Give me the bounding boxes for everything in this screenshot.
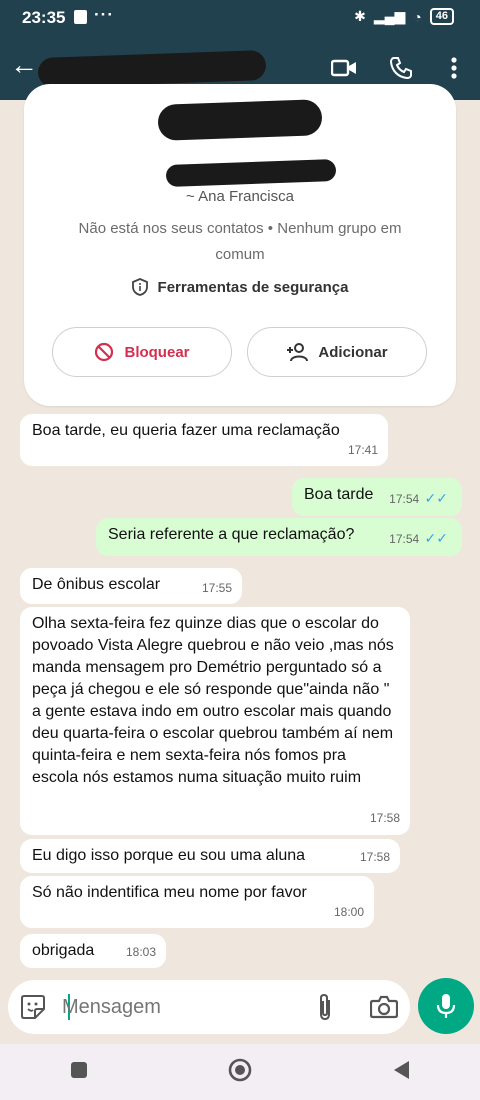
nav-recents-icon[interactable] (70, 1061, 88, 1084)
message-time: 17:41 (347, 443, 378, 457)
message-time: 18:00 (333, 905, 364, 919)
message-text: De ônibus escolar (32, 576, 161, 593)
message-text: Boa tarde, eu queria fazer uma reclamaçã… (32, 422, 340, 439)
add-person-icon (287, 343, 309, 362)
camera-icon[interactable] (369, 995, 399, 1024)
security-tools-link[interactable]: Ferramentas de segurança (24, 278, 456, 296)
system-navigation-bar (0, 1044, 480, 1100)
redacted-contact-name (37, 50, 267, 88)
message-text: Seria referente a que reclamação? (108, 526, 355, 543)
message-time: 17:54 (389, 532, 420, 546)
message-time: 18:03 (125, 945, 156, 959)
message-bubble[interactable]: obrigada 18:03 (20, 934, 166, 968)
phone-call-icon[interactable] (385, 52, 417, 84)
message-text: Eu digo isso porque eu sou uma aluna (32, 847, 306, 864)
status-time: 23:35 (22, 8, 66, 27)
shield-icon (131, 278, 148, 296)
contact-info-card: ~ Ana Francisca Não está nos seus contat… (24, 84, 456, 406)
message-text: obrigada (32, 942, 95, 959)
message-time: 17:58 (369, 811, 400, 825)
read-receipt-icon: ✓✓ (424, 490, 448, 506)
message-bubble[interactable]: Só não indentifica meu nome por favor 18… (20, 876, 374, 928)
mic-icon (436, 994, 456, 1018)
message-input-bar[interactable] (8, 980, 410, 1034)
add-contact-button[interactable]: Adicionar (247, 327, 427, 377)
signal-icon: ▂▄▆ (373, 8, 406, 24)
message-time: 17:58 (359, 850, 390, 864)
mic-button[interactable] (418, 978, 474, 1034)
message-bubble[interactable]: Boa tarde, eu queria fazer uma reclamaçã… (20, 414, 388, 466)
message-text: Boa tarde (304, 486, 374, 503)
message-text: Só não indentifica meu nome por favor (32, 884, 307, 901)
block-icon (95, 342, 114, 362)
more-vert-icon[interactable] (438, 52, 470, 84)
message-bubble[interactable]: Seria referente a que reclamação? 17:54 … (96, 518, 462, 556)
nav-home-icon[interactable] (227, 1057, 253, 1088)
redacted-avatar (157, 99, 323, 141)
message-bubble[interactable]: Boa tarde 17:54 ✓✓ (292, 478, 462, 516)
video-call-icon[interactable] (328, 52, 360, 84)
message-time: 17:55 (201, 581, 232, 595)
contact-info-text: Não está nos seus contatos • Nenhum grup… (78, 220, 402, 263)
facebook-notification-icon (74, 10, 87, 24)
attach-icon[interactable] (314, 992, 336, 1027)
security-tools-label: Ferramentas de segurança (157, 278, 349, 296)
redacted-phone-number (165, 159, 337, 187)
sticker-icon[interactable] (20, 994, 46, 1025)
nav-back-icon[interactable] (392, 1060, 410, 1085)
message-text: Olha sexta-feira fez quinze dias que o e… (32, 615, 394, 786)
message-input[interactable] (60, 990, 304, 1024)
message-bubble[interactable]: Olha sexta-feira fez quinze dias que o e… (20, 607, 410, 835)
battery-icon: 46 (429, 8, 454, 25)
message-time-wrap: 17:54 ✓✓ (389, 487, 448, 510)
block-button[interactable]: Bloquear (52, 327, 232, 377)
bluetooth-icon: ✱ (354, 8, 366, 24)
wifi-icon: ◔ (413, 8, 422, 25)
message-time-wrap: 17:54 ✓✓ (389, 527, 448, 550)
contact-name: ~ Ana Francisca (186, 188, 294, 205)
read-receipt-icon: ✓✓ (424, 530, 448, 546)
message-bubble[interactable]: Eu digo isso porque eu sou uma aluna 17:… (20, 839, 400, 873)
block-label: Bloquear (124, 343, 190, 361)
status-bar: 23:35 ··· ✱ ▂▄▆ ◔ 46 (0, 0, 480, 36)
message-bubble[interactable]: De ônibus escolar 17:55 (20, 568, 242, 604)
add-label: Adicionar (318, 343, 388, 361)
more-notifications-icon: ··· (94, 5, 114, 24)
message-time: 17:54 (389, 492, 420, 506)
back-arrow-icon[interactable]: ← (10, 51, 38, 79)
